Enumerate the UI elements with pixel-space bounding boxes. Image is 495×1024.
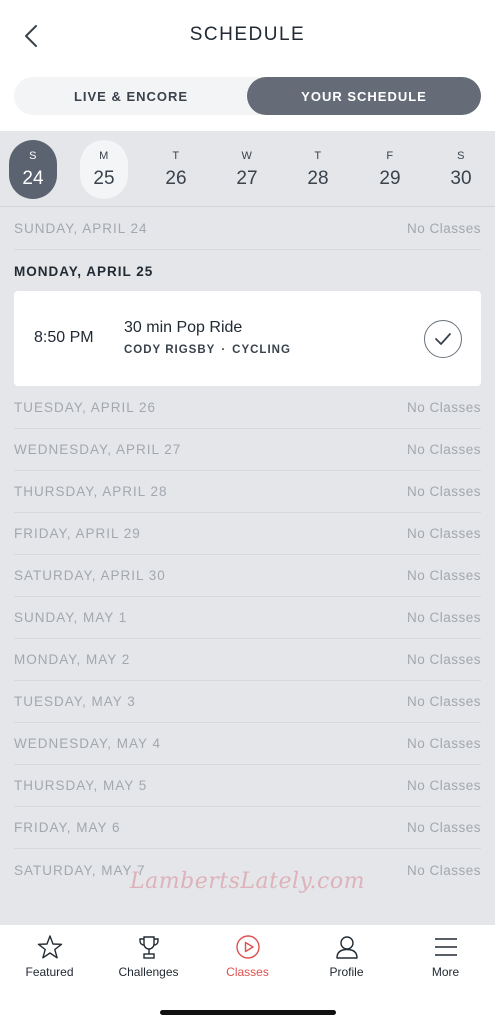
day-number: 24 [22,167,44,189]
schedule-day-row: WEDNESDAY, MAY 4 No Classes [14,723,481,765]
day-letter: S [457,149,465,162]
booked-check-button[interactable] [424,320,462,358]
day-heading: WEDNESDAY, MAY 4 [14,736,162,751]
no-classes-label: No Classes [406,526,481,541]
star-icon [36,933,64,961]
day-letter: M [99,149,109,162]
no-classes-label: No Classes [406,820,481,835]
day-heading: FRIDAY, APRIL 29 [14,526,141,541]
schedule-day-row: TUESDAY, APRIL 26 No Classes [14,387,481,429]
day-letter: T [314,149,322,162]
no-classes-label: No Classes [406,694,481,709]
schedule-segmented-control: LIVE & ENCORE YOUR SCHEDULE [14,77,481,115]
day-number: 29 [379,167,401,189]
schedule-day-row: SUNDAY, APRIL 24 No Classes [14,208,481,250]
page-title: SCHEDULE [189,24,306,45]
schedule-day-row: TUESDAY, MAY 3 No Classes [14,681,481,723]
tab-classes[interactable]: Classes [198,933,297,983]
day-letter: W [241,149,253,162]
day-number: 27 [236,167,258,189]
no-classes-label: No Classes [406,568,481,583]
day-button-29[interactable]: F 29 [366,140,414,199]
day-heading: TUESDAY, APRIL 26 [14,400,157,415]
tab-label: Featured [25,965,74,979]
tab-your-schedule[interactable]: YOUR SCHEDULE [247,77,481,115]
checkmark-icon [435,333,451,345]
day-letter: F [386,149,394,162]
day-letter: T [172,149,180,162]
tab-label: Challenges [118,965,179,979]
class-time: 8:50 PM [34,329,94,346]
day-number: 25 [93,167,115,189]
day-heading: MONDAY, MAY 2 [14,652,131,667]
tab-live-encore[interactable]: LIVE & ENCORE [14,77,248,115]
day-heading: SUNDAY, MAY 1 [14,610,128,625]
day-button-26[interactable]: T 26 [152,140,200,199]
booked-class-card[interactable]: 8:50 PM 30 min Pop Ride CODY RIGSBY · CYCL… [14,291,481,386]
day-heading: MONDAY, APRIL 25 [14,263,154,279]
tab-challenges[interactable]: Challenges [99,933,198,983]
day-number: 26 [165,167,187,189]
schedule-content: S 24 M 25 T 26 W 27 T 28 F 29 S 30 SUNDA… [0,131,495,924]
no-classes-label: No Classes [406,652,481,667]
instructor-name: CODY RIGSBY [124,344,216,356]
no-classes-label: No Classes [406,442,481,457]
class-title: 30 min Pop Ride [124,319,243,336]
home-indicator [160,1010,336,1015]
day-button-27[interactable]: W 27 [223,140,271,199]
bottom-tab-bar: Featured Challenges Classes Profile More [0,924,495,1024]
day-heading: WEDNESDAY, APRIL 27 [14,442,182,457]
class-discipline: CYCLING [232,344,291,356]
no-classes-label: No Classes [406,778,481,793]
no-classes-label: No Classes [406,221,481,236]
week-day-selector: S 24 M 25 T 26 W 27 T 28 F 29 S 30 [0,131,495,207]
day-number: 30 [450,167,472,189]
day-heading: THURSDAY, APRIL 28 [14,484,168,499]
day-button-25[interactable]: M 25 [80,140,128,199]
day-heading: SATURDAY, APRIL 30 [14,568,166,583]
schedule-day-row: SATURDAY, APRIL 30 No Classes [14,555,481,597]
day-heading: SUNDAY, APRIL 24 [14,221,148,236]
tab-profile[interactable]: Profile [297,933,396,983]
schedule-day-row: FRIDAY, MAY 6 No Classes [14,807,481,849]
day-heading: FRIDAY, MAY 6 [14,820,121,835]
schedule-day-row: MONDAY, APRIL 25 [14,250,481,292]
no-classes-label: No Classes [406,610,481,625]
trophy-icon [135,933,163,961]
schedule-day-row: WEDNESDAY, APRIL 27 No Classes [14,429,481,471]
day-button-28[interactable]: T 28 [294,140,342,199]
schedule-day-row: SUNDAY, MAY 1 No Classes [14,597,481,639]
day-number: 28 [307,167,329,189]
no-classes-label: No Classes [406,736,481,751]
day-heading: THURSDAY, MAY 5 [14,778,148,793]
tab-label: Profile [329,965,364,979]
day-button-30[interactable]: S 30 [437,140,485,199]
class-meta: CODY RIGSBY · CYCLING [124,344,291,356]
play-circle-icon [234,933,262,961]
tab-label: More [431,965,460,979]
schedule-day-row: MONDAY, MAY 2 No Classes [14,639,481,681]
meta-separator: · [221,344,227,356]
person-icon [333,933,361,961]
tab-label: Classes [226,965,269,979]
header: SCHEDULE [0,0,495,72]
schedule-day-row: FRIDAY, APRIL 29 No Classes [14,513,481,555]
day-button-24[interactable]: S 24 [9,140,57,199]
schedule-day-row: THURSDAY, MAY 5 No Classes [14,765,481,807]
day-letter: S [29,149,37,162]
no-classes-label: No Classes [406,400,481,415]
no-classes-label: No Classes [406,484,481,499]
schedule-day-row: THURSDAY, APRIL 28 No Classes [14,471,481,513]
menu-icon [432,933,460,961]
tab-featured[interactable]: Featured [0,933,99,983]
watermark: LambertsLately.com [130,869,365,894]
tab-more[interactable]: More [396,933,495,983]
day-heading: TUESDAY, MAY 3 [14,694,136,709]
